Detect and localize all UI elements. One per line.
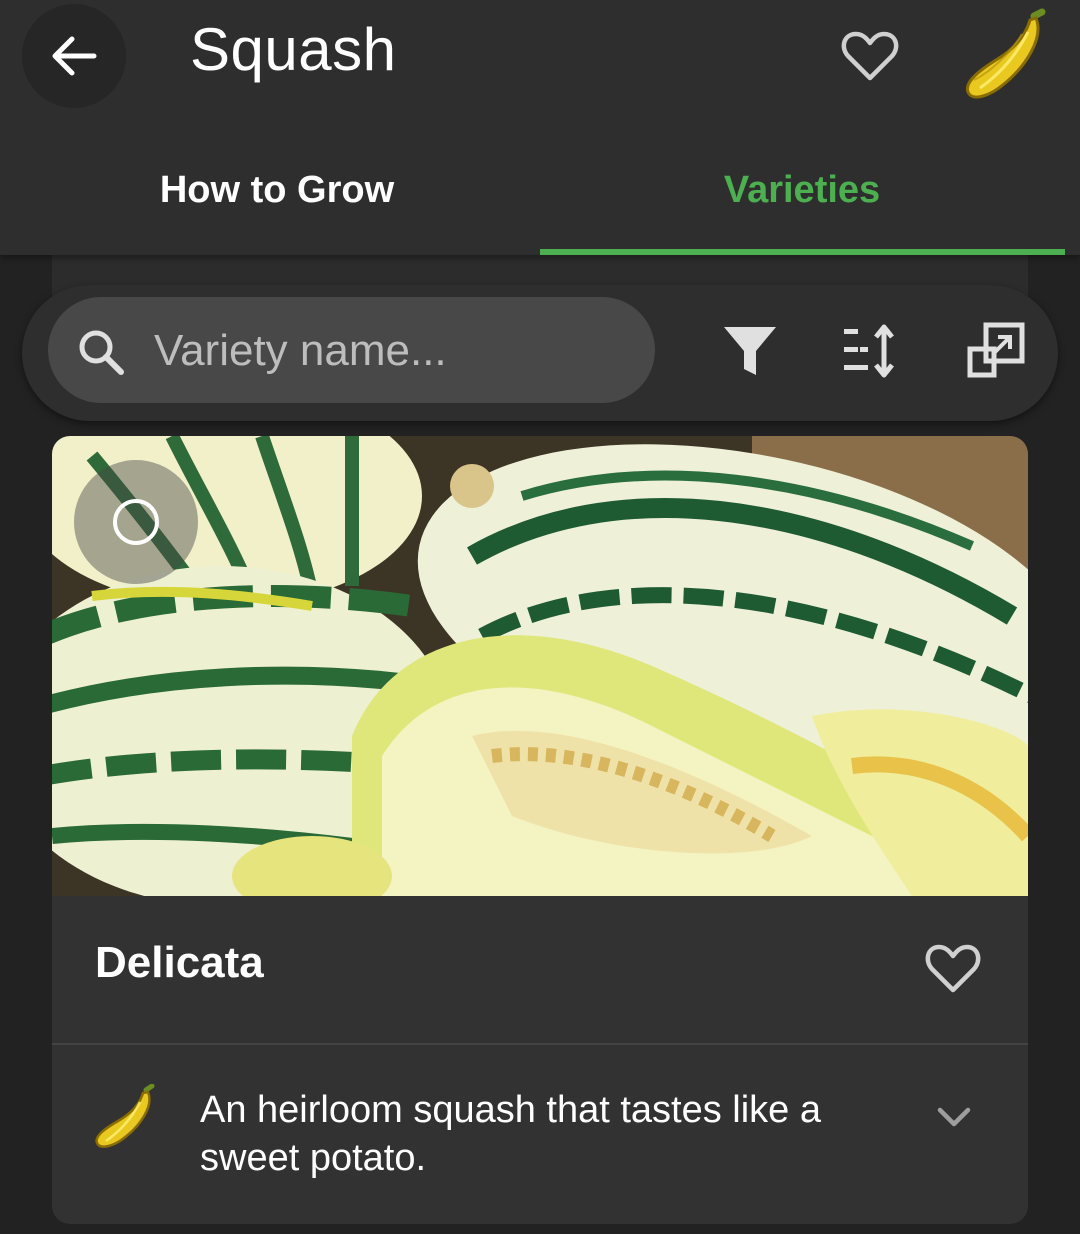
arrow-left-icon [52,36,97,76]
back-button[interactable] [22,4,126,108]
search-box[interactable] [48,297,655,405]
variety-photo [52,436,1028,896]
chevron-down-icon[interactable] [934,1102,974,1132]
tab-indicator [540,249,1065,255]
select-checkbox[interactable] [74,460,198,584]
variety-card[interactable]: Delicata An heirloom squash that tastes … [52,436,1028,1224]
heart-outline-icon[interactable] [840,28,900,84]
variety-name: Delicata [95,938,264,987]
search-icon [79,330,124,375]
filter-icon[interactable] [720,321,780,381]
circle-outline-icon [113,499,159,545]
search-toolbar [22,285,1058,421]
search-input[interactable] [152,297,636,405]
variety-description: An heirloom squash that tastes like a sw… [200,1089,822,1179]
sort-icon[interactable] [840,321,900,381]
squash-icon [95,1084,155,1148]
tab-how-to-grow[interactable]: How to Grow [7,160,547,220]
page-title: Squash [190,16,397,83]
tab-varieties[interactable]: Varieties [532,160,1072,220]
compact-view-icon[interactable] [966,321,1026,381]
app-bar: Squash How to Grow Varieties [0,0,1080,255]
heart-outline-icon[interactable] [924,942,982,996]
divider [52,1043,1028,1045]
squash-icon [965,8,1046,99]
